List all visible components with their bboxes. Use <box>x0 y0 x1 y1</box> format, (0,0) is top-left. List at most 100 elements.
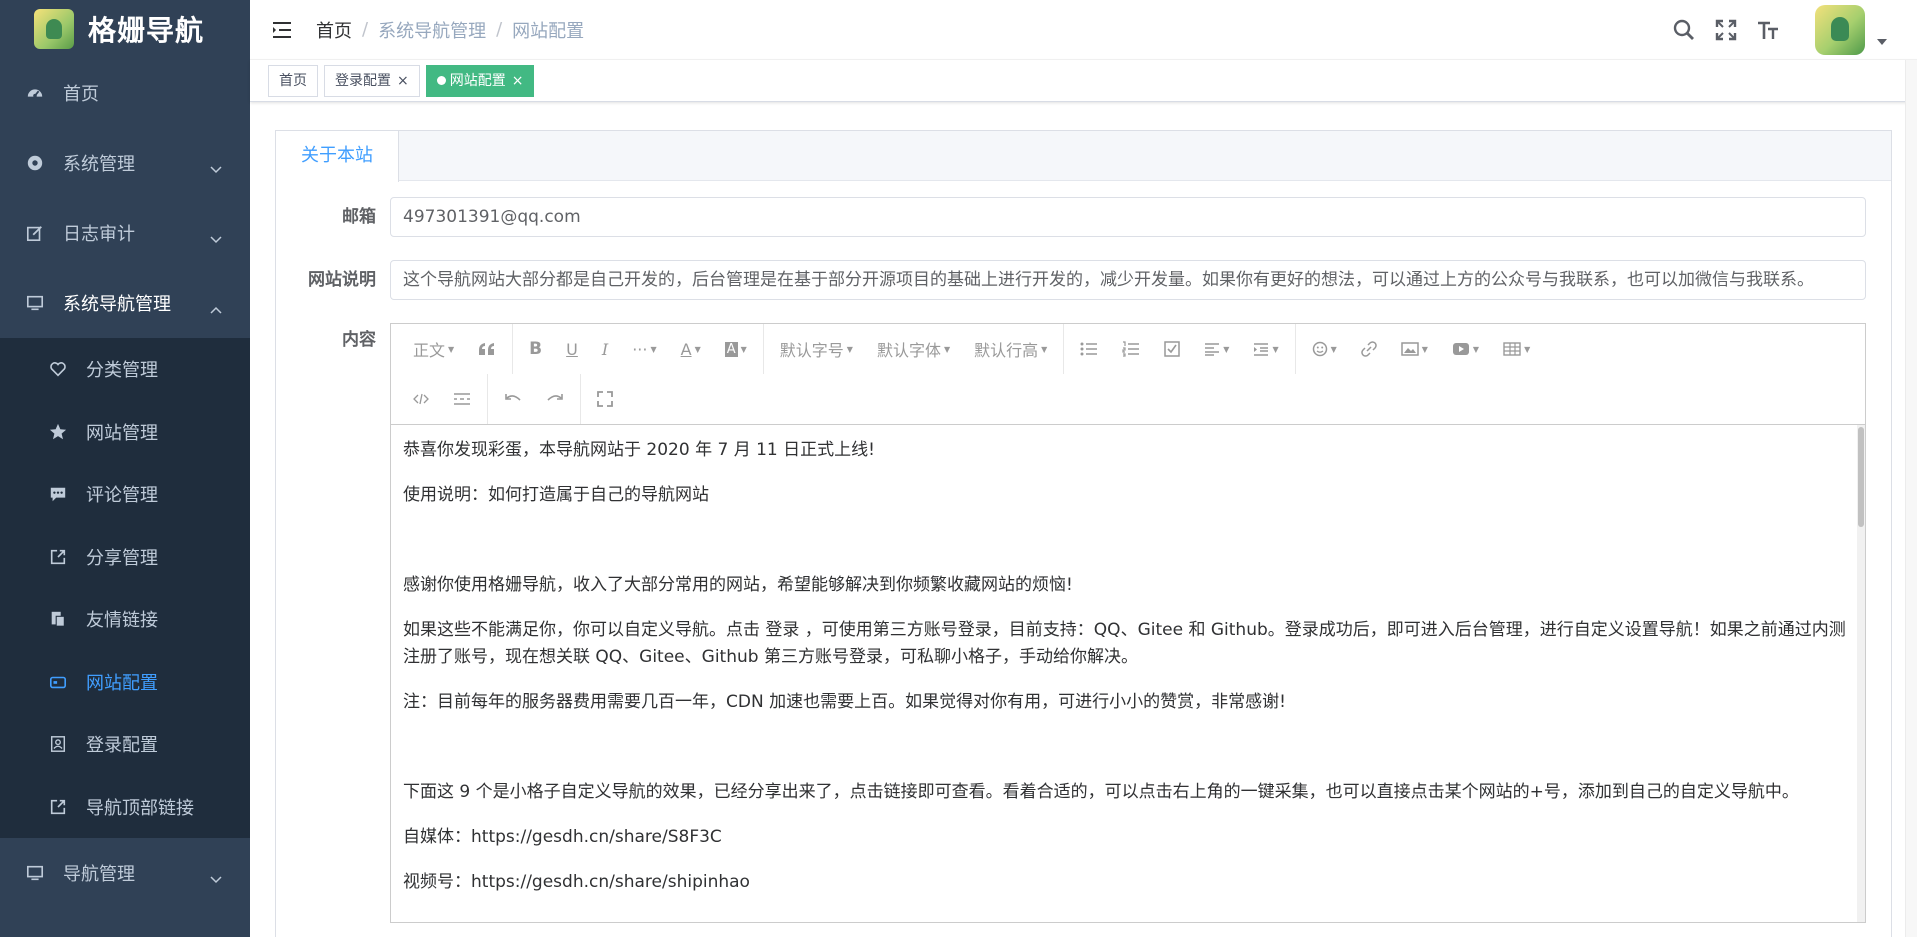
breadcrumb: 首页 / 系统导航管理 / 网站配置 <box>316 17 584 43</box>
heading-select[interactable]: 正文 ▼ <box>391 331 466 367</box>
fullscreen-icon[interactable] <box>585 381 625 417</box>
sidebar-item-label: 友情链接 <box>86 610 158 632</box>
italic-icon[interactable]: I <box>590 331 620 367</box>
tag-site-config[interactable]: 网站配置 × <box>425 64 535 97</box>
emoji-icon[interactable]: ▼ <box>1300 331 1349 367</box>
sidebar-item-share[interactable]: 分享管理 <box>0 526 250 589</box>
font-color-icon[interactable]: A ▼ <box>669 331 713 367</box>
bold-icon[interactable]: B <box>517 331 554 367</box>
tab-about-site[interactable]: 关于本站 <box>276 131 399 182</box>
sidebar-item-site-config[interactable]: 网站配置 <box>0 651 250 714</box>
indent-icon[interactable]: ▼ <box>1241 331 1290 367</box>
more-format-icon[interactable]: ··· ▼ <box>620 331 668 367</box>
search-icon[interactable] <box>1671 17 1697 43</box>
tag-home[interactable]: 首页 <box>268 64 318 97</box>
heart-icon <box>48 359 68 379</box>
undo-icon[interactable] <box>492 381 534 417</box>
documents-icon <box>48 609 68 629</box>
sidebar-item-label: 分类管理 <box>86 360 158 382</box>
video-icon[interactable]: ▼ <box>1440 331 1491 367</box>
divider-icon[interactable] <box>441 381 483 417</box>
sidebar-item-nav-system[interactable]: 系统导航管理 <box>0 268 250 338</box>
close-icon[interactable]: × <box>512 66 524 96</box>
sidebar-item-comment[interactable]: 评论管理 <box>0 463 250 526</box>
monitor-icon <box>25 863 45 883</box>
redo-icon[interactable] <box>534 381 576 417</box>
active-dot-icon <box>436 76 446 85</box>
sidebar-item-label: 评论管理 <box>86 485 158 507</box>
avatar[interactable] <box>1815 5 1865 55</box>
right-menu <box>1671 0 1887 60</box>
editor-paragraph: 视频号：https://gesdh.cn/share/shipinhao <box>403 872 750 892</box>
toolbar-row: 正文 ▼ B U I ··· ▼ A ▼ A ▼ 默认字号 ▼ 默认字体 ▼ 默认行高 ▼ <box>391 324 1865 374</box>
content-label: 内容 <box>342 330 376 350</box>
main-area: 首页 / 系统导航管理 / 网站配置 首页 登录配置 × 网站配置 × 关于本站… <box>250 0 1917 937</box>
sidebar-item-category[interactable]: 分类管理 <box>0 338 250 401</box>
sidebar-item-login-config[interactable]: 登录配置 <box>0 713 250 776</box>
font-size-select[interactable]: 默认字号 ▼ <box>768 331 865 367</box>
editor-scrollbar[interactable] <box>1857 425 1865 922</box>
line-height-select-label: 默认行高 <box>974 341 1039 360</box>
table-icon[interactable]: ▼ <box>1491 331 1542 367</box>
sidebar-item-label: 系统管理 <box>63 154 135 175</box>
card-icon <box>48 672 68 692</box>
sidebar-item-nav-manage[interactable]: 导航管理 <box>0 838 250 908</box>
page-scrollbar[interactable] <box>1905 60 1917 937</box>
sidebar-item-home[interactable]: 首页 <box>0 58 250 128</box>
toolbar-row <box>391 374 1865 424</box>
align-icon[interactable]: ▼ <box>1192 331 1241 367</box>
portrait-icon <box>48 734 68 754</box>
todo-icon[interactable] <box>1152 331 1192 367</box>
editor-scroll-thumb[interactable] <box>1858 427 1864 527</box>
font-family-select-label: 默认字体 <box>876 341 941 360</box>
hamburger-icon[interactable] <box>270 18 294 42</box>
breadcrumb-item-site-config: 网站配置 <box>512 20 585 42</box>
email-label: 邮箱 <box>342 207 376 227</box>
sidebar-item-log[interactable]: 日志审计 <box>0 198 250 268</box>
email-field[interactable]: 497301391@qq.com <box>390 197 1866 237</box>
code-icon[interactable] <box>391 381 441 417</box>
bulleted-list-icon[interactable] <box>1068 331 1110 367</box>
numbered-list-icon[interactable] <box>1110 331 1152 367</box>
editor-paragraph: 自媒体：https://gesdh.cn/share/S8F3C <box>403 827 722 847</box>
sidebar-item-label: 系统导航管理 <box>63 294 171 315</box>
navbar: 首页 / 系统导航管理 / 网站配置 <box>250 0 1917 60</box>
underline-icon[interactable]: U <box>554 331 590 367</box>
sidebar-item-friend-link[interactable]: 友情链接 <box>0 588 250 651</box>
logo-image <box>34 9 74 49</box>
caret-down-icon[interactable] <box>1877 30 1887 49</box>
link-icon[interactable] <box>1349 331 1389 367</box>
line-height-select[interactable]: 默认行高 ▼ <box>962 331 1059 367</box>
monitor-icon <box>25 293 45 313</box>
font-size-icon[interactable] <box>1755 17 1781 43</box>
sidebar-item-label: 导航顶部链接 <box>86 797 194 819</box>
editor-content[interactable]: 恭喜你发现彩蛋，本导航网站于 2020 年 7 月 11 日正式上线! 使用说明… <box>391 425 1865 922</box>
font-family-select[interactable]: 默认字体 ▼ <box>865 331 962 367</box>
tag-label: 网站配置 <box>449 72 506 89</box>
image-icon[interactable]: ▼ <box>1389 331 1440 367</box>
breadcrumb-item-home[interactable]: 首页 <box>316 17 352 43</box>
heading-select-label: 正文 <box>413 341 446 360</box>
sidebar-item-site[interactable]: 网站管理 <box>0 401 250 464</box>
editor-paragraph: 注：目前每年的服务器费用需要几百一年，CDN 加速也需要上百。如果觉得对你有用，… <box>403 692 1286 712</box>
gear-icon <box>25 153 45 173</box>
sidebar-item-label: 网站管理 <box>86 422 158 444</box>
description-label: 网站说明 <box>308 270 376 290</box>
fullscreen-icon[interactable] <box>1713 17 1739 43</box>
sidebar-item-label: 首页 <box>63 84 99 105</box>
chevron-down-icon <box>210 158 222 179</box>
bg-color-icon[interactable]: A ▼ <box>713 331 759 367</box>
chevron-down-icon <box>210 228 222 249</box>
dashboard-icon <box>25 83 45 103</box>
description-field[interactable]: 这个导航网站大部分都是自己开发的，后台管理是在基于部分开源项目的基础上进行开发的… <box>390 260 1866 300</box>
sidebar-item-nav-top-link[interactable]: 导航顶部链接 <box>0 776 250 839</box>
sidebar-item-label: 网站配置 <box>86 672 158 694</box>
sidebar-item-system[interactable]: 系统管理 <box>0 128 250 198</box>
quote-icon[interactable] <box>466 331 508 367</box>
form-row-description: 网站说明 这个导航网站大部分都是自己开发的，后台管理是在基于部分开源项目的基础上… <box>276 260 1866 300</box>
close-icon[interactable]: × <box>397 66 409 96</box>
sidebar-item-label: 登录配置 <box>86 735 158 757</box>
logo[interactable]: 格姗导航 <box>0 0 250 58</box>
editor-paragraph <box>403 734 1853 761</box>
tag-login-config[interactable]: 登录配置 × <box>324 64 420 97</box>
